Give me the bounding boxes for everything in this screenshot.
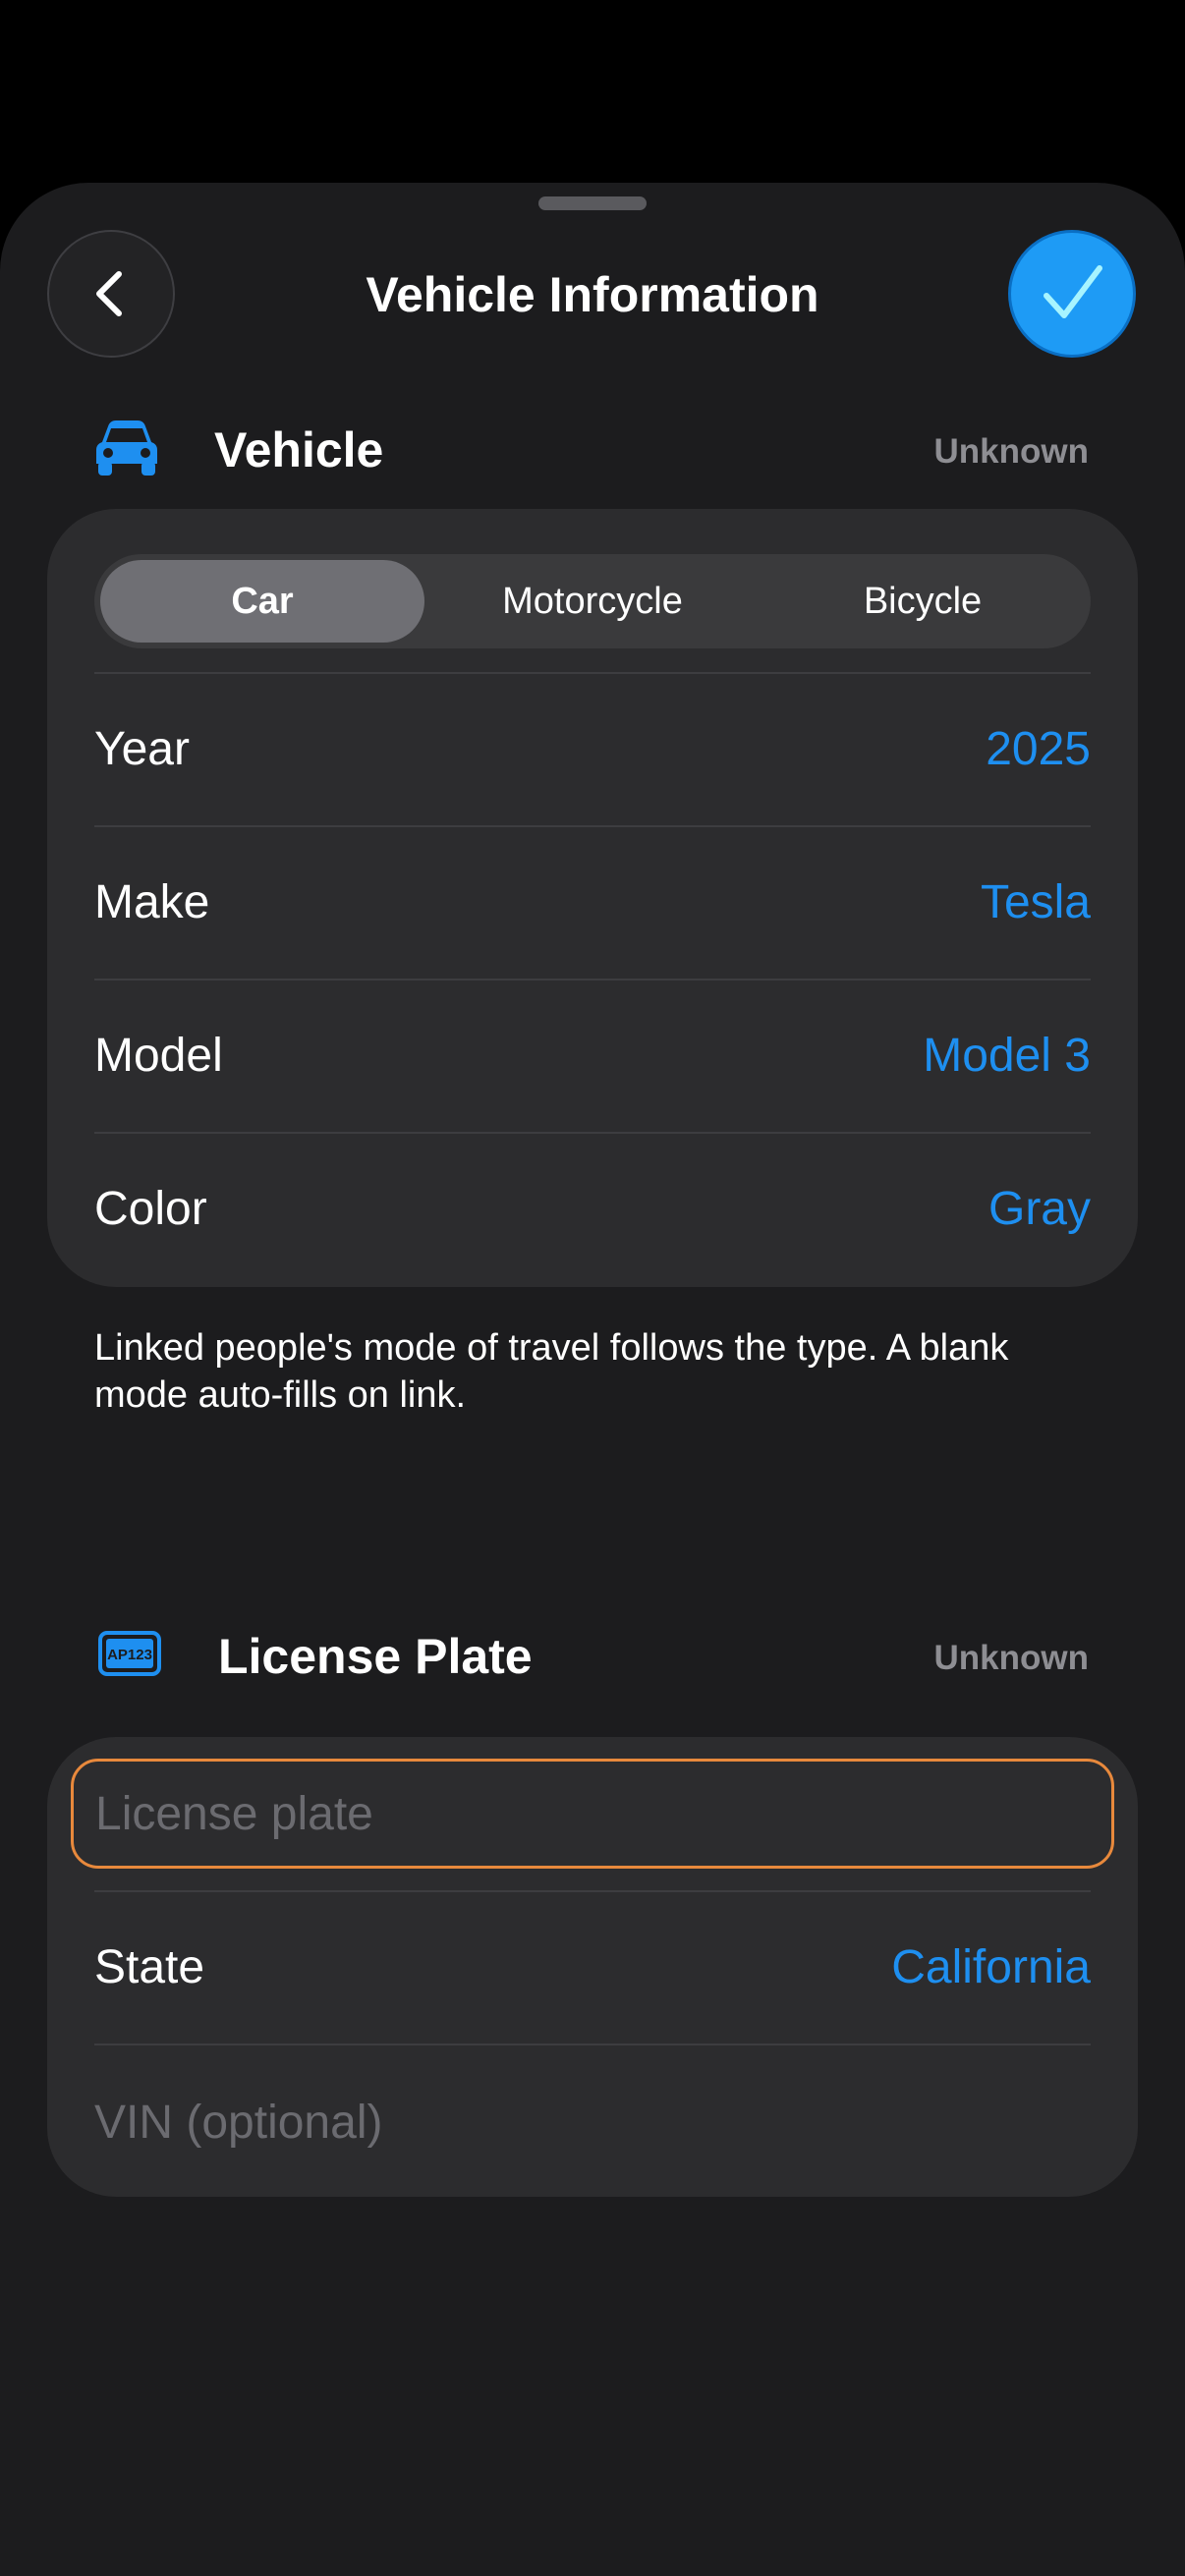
car-icon [94, 419, 159, 484]
license-plate-card: State California [47, 1737, 1138, 2197]
license-plate-status: Unknown [933, 1639, 1089, 1677]
vehicle-type-footnote: Linked people's mode of travel follows t… [94, 1327, 1009, 1416]
back-button[interactable] [47, 230, 175, 358]
state-value[interactable]: California [891, 1939, 1091, 1996]
segment-car[interactable]: Car [100, 560, 424, 643]
vehicle-type-segmented-control[interactable]: Car Motorcycle Bicycle [94, 554, 1091, 648]
vehicle-section-title: Vehicle [214, 422, 384, 477]
state-label: State [94, 1941, 205, 1993]
color-value[interactable]: Gray [988, 1181, 1091, 1238]
license-plate-icon: AP123 [98, 1631, 161, 1681]
model-row[interactable]: Model Model 3 [94, 979, 1091, 1132]
checkmark-icon [1044, 265, 1102, 318]
make-label: Make [94, 876, 210, 928]
state-row[interactable]: State California [94, 1890, 1091, 2044]
vehicle-status: Unknown [933, 432, 1089, 471]
license-plate-input[interactable] [71, 1759, 1114, 1869]
segment-motorcycle[interactable]: Motorcycle [430, 560, 755, 643]
sheet-grabber[interactable] [538, 196, 647, 210]
year-label: Year [94, 723, 190, 775]
license-plate-section-title: License Plate [218, 1629, 533, 1684]
vehicle-section-header: Vehicle Unknown [94, 411, 1089, 489]
year-value[interactable]: 2025 [986, 721, 1091, 778]
svg-text:AP123: AP123 [107, 1647, 152, 1663]
chevron-left-icon [96, 271, 122, 316]
license-plate-section-header: AP123 License Plate Unknown [94, 1617, 1089, 1696]
segment-bicycle[interactable]: Bicycle [761, 560, 1085, 643]
year-row[interactable]: Year 2025 [94, 672, 1091, 825]
vin-input[interactable] [94, 2075, 1091, 2169]
vin-row [94, 2044, 1091, 2197]
page-title: Vehicle Information [366, 267, 819, 322]
make-value[interactable]: Tesla [981, 874, 1091, 931]
confirm-button[interactable] [1008, 230, 1136, 358]
model-value[interactable]: Model 3 [923, 1028, 1091, 1085]
vehicle-card: Car Motorcycle Bicycle Year 2025 Make Te… [47, 509, 1138, 1287]
model-label: Model [94, 1030, 223, 1082]
vehicle-info-sheet: Vehicle Information Vehicle Unknown Car … [0, 183, 1185, 2576]
make-row[interactable]: Make Tesla [94, 825, 1091, 979]
color-label: Color [94, 1183, 207, 1235]
color-row[interactable]: Color Gray [94, 1132, 1091, 1285]
